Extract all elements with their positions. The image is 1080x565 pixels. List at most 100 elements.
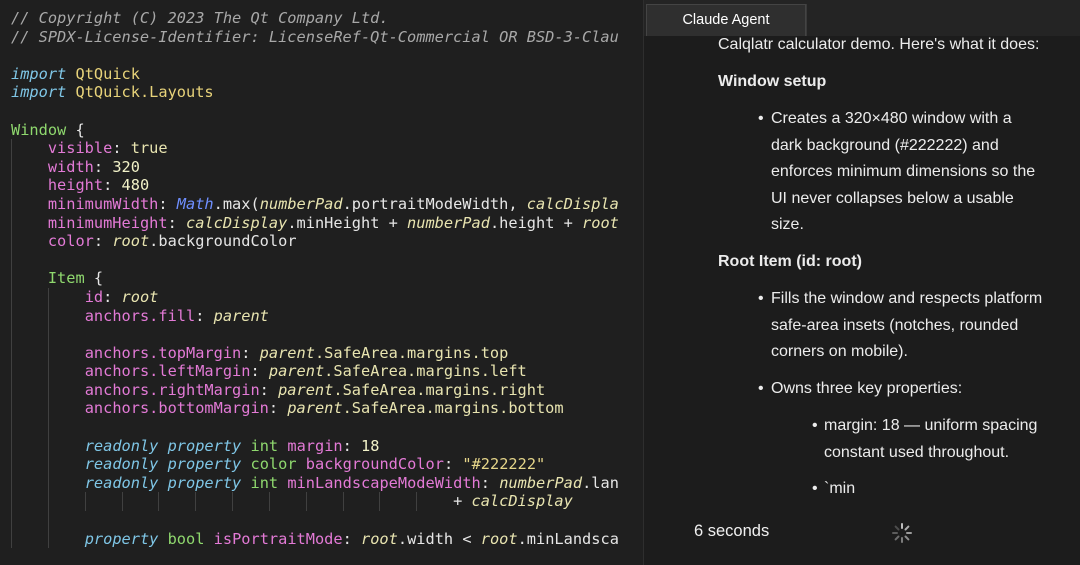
indent-guide bbox=[47, 399, 49, 419]
code-token: numberPad bbox=[259, 194, 343, 213]
indent-guide bbox=[47, 380, 49, 400]
code-token: parent bbox=[268, 362, 325, 381]
loading-spinner-icon bbox=[892, 523, 912, 543]
code-token: : bbox=[241, 343, 260, 362]
code-token: : bbox=[195, 306, 214, 325]
code-line: anchors.rightMargin: parent.SafeArea.mar… bbox=[11, 380, 619, 400]
code-token: parent bbox=[259, 343, 315, 362]
tab-divider bbox=[806, 4, 807, 36]
code-token: .height + bbox=[489, 213, 583, 232]
indent-guide bbox=[11, 250, 12, 270]
sub-list-item: margin: 18 — uniform spacing constant us… bbox=[824, 413, 1037, 466]
list-item: Creates a 320×480 window with a dark bac… bbox=[771, 106, 1035, 239]
indent-guide bbox=[11, 287, 12, 307]
indent-guide bbox=[11, 380, 12, 400]
list-item-line: Fills the window and respects platform bbox=[771, 290, 1043, 307]
code-line: Window { bbox=[11, 121, 619, 140]
code-line: height: 480 bbox=[11, 176, 619, 195]
code-line: anchors.fill: parent bbox=[11, 306, 619, 326]
code-token: : bbox=[480, 473, 500, 492]
indent-guide bbox=[195, 492, 197, 512]
indent-guide bbox=[11, 139, 12, 158]
list-item-line: Creates a 320×480 window with a bbox=[771, 110, 1012, 127]
code-line: id: root bbox=[11, 287, 619, 307]
list-item-line: safe-area insets (notches, rounded bbox=[771, 316, 1019, 334]
code-token: int bbox=[250, 436, 279, 455]
indent-guide bbox=[268, 492, 270, 512]
code-token: : bbox=[342, 529, 362, 548]
tab-claude-agent[interactable]: Claude Agent bbox=[646, 4, 806, 36]
code-token: QtQuick bbox=[75, 64, 140, 83]
code-line: readonly property int margin: 18 bbox=[11, 436, 619, 456]
list-item: Owns three key properties: bbox=[771, 380, 963, 397]
indent-guide bbox=[47, 343, 49, 363]
indent-guide bbox=[342, 492, 344, 512]
code-token: anchors.bottomMargin bbox=[84, 399, 269, 418]
indent-guide bbox=[11, 306, 12, 326]
code-line: minimumWidth: Math.max(numberPad.portrai… bbox=[11, 194, 619, 214]
code-token: color bbox=[47, 232, 94, 251]
indent-guide bbox=[47, 473, 49, 493]
indent-guide bbox=[379, 492, 381, 512]
elapsed-time-status: 6 seconds bbox=[694, 522, 770, 540]
indent-guide bbox=[11, 362, 12, 381]
section-title-window-setup: Window setup bbox=[718, 73, 827, 90]
code-token: : bbox=[259, 380, 279, 399]
code-token: : bbox=[342, 436, 362, 455]
indent-guide bbox=[11, 529, 12, 549]
code-token: : bbox=[103, 176, 122, 195]
code-token: import bbox=[11, 83, 67, 102]
code-token: Math bbox=[176, 194, 214, 213]
code-token: parent bbox=[213, 306, 269, 325]
code-token: readonly bbox=[84, 473, 159, 492]
code-token: .SafeArea.margins.top bbox=[314, 343, 509, 362]
indent-guide bbox=[47, 418, 49, 437]
code-token: import bbox=[11, 64, 67, 83]
indent-guide bbox=[11, 194, 12, 214]
code-token: : bbox=[93, 232, 113, 251]
code-token: bool bbox=[167, 529, 205, 548]
indent-guide bbox=[11, 343, 12, 363]
indent-guide bbox=[416, 492, 418, 512]
indent-guide bbox=[11, 232, 12, 251]
code-line: import QtQuick bbox=[11, 65, 619, 84]
code-line: minimumHeight: calcDisplay.minHeight + n… bbox=[11, 213, 619, 233]
indent-guide bbox=[11, 511, 12, 530]
code-token: true bbox=[130, 139, 168, 158]
code-line: width: 320 bbox=[11, 157, 619, 177]
code-line: color: root.backgroundColor bbox=[11, 232, 619, 251]
code-token: .width < bbox=[397, 529, 481, 548]
code-token: .SafeArea.margins.left bbox=[324, 362, 527, 381]
code-token: property bbox=[167, 473, 242, 492]
code-token: .SafeArea.margins.bottom bbox=[342, 399, 564, 418]
code-token: + bbox=[453, 492, 472, 511]
indent-guide bbox=[47, 511, 49, 530]
indent-guide bbox=[11, 436, 12, 456]
indent-guide bbox=[11, 399, 12, 419]
indent-guide bbox=[11, 492, 12, 512]
code-token: calcDispla bbox=[526, 194, 619, 213]
intro-text: Calqlatr calculator demo. Here's what it… bbox=[718, 36, 1040, 53]
indent-guide bbox=[47, 492, 49, 512]
code-token: readonly bbox=[84, 455, 159, 474]
code-line: anchors.topMargin: parent.SafeArea.margi… bbox=[11, 343, 619, 363]
code-token: root bbox=[112, 232, 150, 251]
code-line: Item { bbox=[11, 269, 619, 288]
code-token: calcDisplay bbox=[186, 213, 288, 232]
code-token: root bbox=[582, 213, 619, 232]
code-token: : bbox=[443, 455, 463, 474]
code-editor[interactable]: // Copyright (C) 2023 The Qt Company Ltd… bbox=[0, 0, 643, 565]
code-token: : bbox=[112, 139, 131, 158]
code-token: .minHeight + bbox=[287, 213, 408, 232]
code-line bbox=[11, 325, 619, 344]
code-token: width bbox=[47, 157, 94, 176]
list-item-line: constant used throughout. bbox=[824, 443, 1010, 461]
code-token: QtQuick.Layouts bbox=[75, 83, 214, 102]
code-token: parent bbox=[287, 399, 343, 418]
code-line: // SPDX-License-Identifier: LicenseRef-Q… bbox=[11, 28, 619, 47]
code-content[interactable]: // Copyright (C) 2023 The Qt Company Ltd… bbox=[11, 9, 619, 549]
